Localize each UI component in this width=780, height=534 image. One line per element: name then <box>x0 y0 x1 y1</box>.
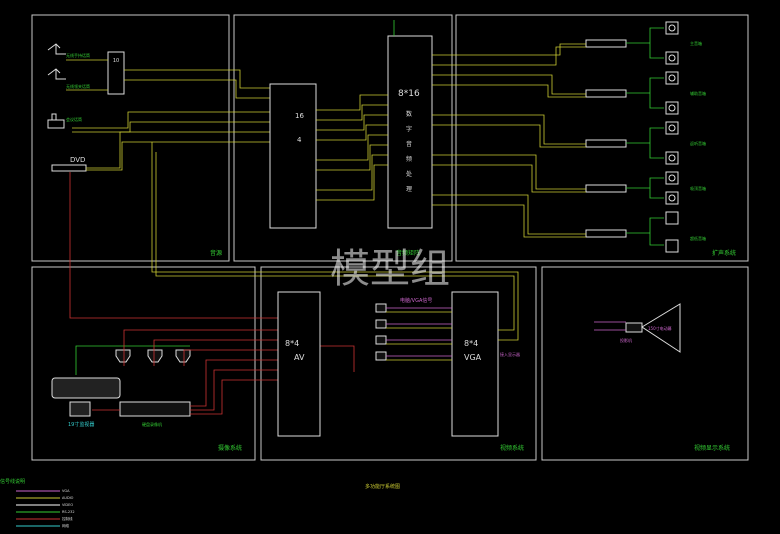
amplifiers <box>585 39 627 238</box>
keyboard-controller <box>51 377 121 399</box>
svg-text:AV: AV <box>294 353 305 362</box>
svg-text:AUDIO: AUDIO <box>62 496 74 500</box>
screen-label: 150寸电动幕 <box>648 325 672 331</box>
dvd-label: DVD <box>70 156 85 164</box>
svg-text:数: 数 <box>406 110 412 118</box>
projector <box>625 322 643 333</box>
processor-text: 8*16 <box>398 89 420 99</box>
vga-wires <box>386 307 452 357</box>
svg-text:RS-232: RS-232 <box>62 510 75 514</box>
svg-text:返听音箱: 返听音箱 <box>690 140 706 146</box>
audio-wires <box>66 59 270 171</box>
legend-title: 信号线说明 <box>0 478 25 485</box>
dvr-label: 硬盘录像机 <box>142 421 162 427</box>
svg-text:理: 理 <box>406 186 412 193</box>
amp-wires <box>432 43 586 238</box>
pc-audio-wires <box>386 311 452 361</box>
mixer-label: 10 <box>113 58 119 64</box>
svg-text:主音箱: 主音箱 <box>690 40 702 46</box>
projector-wires <box>594 321 626 331</box>
av-matrix <box>277 291 321 437</box>
svg-text:8*4: 8*4 <box>285 339 299 348</box>
pc-label: 电脑/VGA信号 <box>400 297 432 304</box>
svg-text:网络: 网络 <box>62 523 69 528</box>
mic1-label: 无线手持话筒 <box>66 52 90 58</box>
vga-matrix <box>451 291 499 437</box>
svg-text:频: 频 <box>406 155 412 163</box>
mic-icons <box>47 43 66 129</box>
svg-text:吸顶音箱: 吸顶音箱 <box>690 185 706 191</box>
section-camera: 摄像系统 <box>218 444 242 452</box>
mic3-label: 会议话筒 <box>66 116 82 122</box>
tv-label: 接入显示器 <box>500 351 520 357</box>
watermark: 模型组 <box>330 246 450 292</box>
svg-text:处: 处 <box>406 170 412 178</box>
section-video: 视频系统 <box>500 444 524 452</box>
speaker-wires <box>626 27 664 246</box>
svg-text:字: 字 <box>406 125 412 133</box>
svg-text:VGA: VGA <box>62 489 70 493</box>
dvr-device <box>119 401 191 417</box>
pc-icons <box>375 303 387 361</box>
dvd-device <box>51 164 87 172</box>
speaker-labels: 主音箱 辅助音箱 返听音箱 吸顶音箱 超低音箱 <box>690 40 706 241</box>
projector-label: 投影机 <box>620 337 632 343</box>
svg-text:超低音箱: 超低音箱 <box>690 235 706 241</box>
svg-text:音: 音 <box>406 140 412 148</box>
section-audio-source: 音源 <box>210 249 222 257</box>
monitor-19 <box>69 401 91 417</box>
legend-items: VGA AUDIO VIDEO RS-232 控制线 网络 <box>62 489 75 528</box>
svg-text:16: 16 <box>295 112 304 120</box>
svg-text:8*4: 8*4 <box>464 339 478 348</box>
cameras <box>115 349 191 363</box>
svg-text:4: 4 <box>297 136 302 144</box>
monitor-label: 19寸监视器 <box>68 421 94 428</box>
legend-lines <box>16 490 60 527</box>
svg-text:VIDEO: VIDEO <box>62 503 73 507</box>
mic2-label: 无线领夹话筒 <box>66 83 90 89</box>
footer-title: 多功能厅系统图 <box>365 483 400 490</box>
matrix-wires <box>316 94 388 201</box>
system-diagram: 10 无线手持话筒 无线领夹话筒 会议话筒 DVD 音源 16 4 8*16 数字… <box>0 14 749 528</box>
svg-text:辅助音箱: 辅助音箱 <box>690 90 706 96</box>
section-amplifier: 扩声系统 <box>712 249 736 257</box>
svg-text:控制线: 控制线 <box>62 516 73 521</box>
section-projection: 视频显示系统 <box>694 444 730 452</box>
speaker-icons <box>665 21 679 253</box>
svg-text:VGA: VGA <box>464 353 482 362</box>
camera-ctrl-wires <box>75 345 190 375</box>
matrix-16x4 <box>269 83 317 229</box>
